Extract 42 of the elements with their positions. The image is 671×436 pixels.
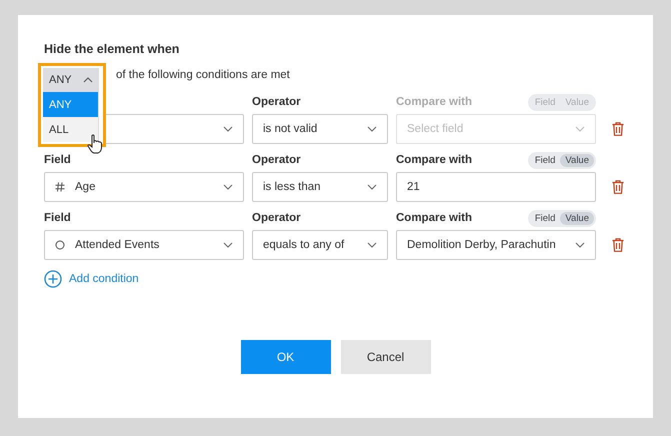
toggle-option[interactable]: Field	[530, 154, 560, 166]
circle-icon	[55, 240, 65, 250]
operator-label: Operator	[252, 154, 301, 166]
hand-cursor-icon	[87, 134, 103, 154]
chevron-down-icon	[575, 242, 585, 248]
chevron-down-icon	[367, 126, 377, 132]
field-value-toggle[interactable]: Field Value	[528, 152, 596, 168]
condition-text: of the following conditions are met	[116, 69, 290, 81]
chevron-down-icon	[575, 126, 585, 132]
dropdown-option[interactable]: ALL	[43, 117, 99, 142]
plus-circle-icon	[44, 270, 62, 288]
cancel-button[interactable]: Cancel	[340, 340, 430, 374]
trash-icon[interactable]	[612, 122, 624, 136]
field-value-toggle[interactable]: Field Value	[528, 210, 596, 226]
compare-label: Compare with	[396, 96, 472, 108]
chevron-down-icon	[223, 184, 233, 190]
field-label: Field	[44, 154, 71, 166]
operator-label: Operator	[252, 212, 301, 224]
toggle-option[interactable]: Value	[560, 154, 594, 166]
toggle-option[interactable]: Field	[530, 212, 560, 224]
field-select[interactable]: Age	[44, 172, 244, 202]
chevron-down-icon	[367, 184, 377, 190]
operator-label: Operator	[252, 96, 301, 108]
chevron-down-icon	[367, 242, 377, 248]
operator-select[interactable]: is less than	[252, 172, 388, 202]
hash-icon	[55, 182, 65, 192]
trash-icon[interactable]	[612, 180, 624, 194]
dialog-title: Hide the element when	[44, 42, 180, 56]
match-select[interactable]: ANY	[43, 68, 99, 92]
chevron-down-icon	[223, 242, 233, 248]
trash-icon[interactable]	[612, 238, 624, 252]
operator-select[interactable]: equals to any of	[252, 230, 388, 260]
operator-select[interactable]: is not valid	[252, 114, 388, 144]
add-condition-link[interactable]: Add condition	[44, 270, 139, 288]
compare-label: Compare with	[396, 154, 472, 166]
compare-label: Compare with	[396, 212, 472, 224]
chevron-down-icon	[223, 126, 233, 132]
field-select[interactable]: Attended Events	[44, 230, 244, 260]
field-label: Field	[44, 212, 71, 224]
compare-select[interactable]: Demolition Derby, Parachutin	[396, 230, 596, 260]
toggle-option[interactable]: Value	[560, 212, 594, 224]
value-input[interactable]: 21	[396, 172, 596, 202]
